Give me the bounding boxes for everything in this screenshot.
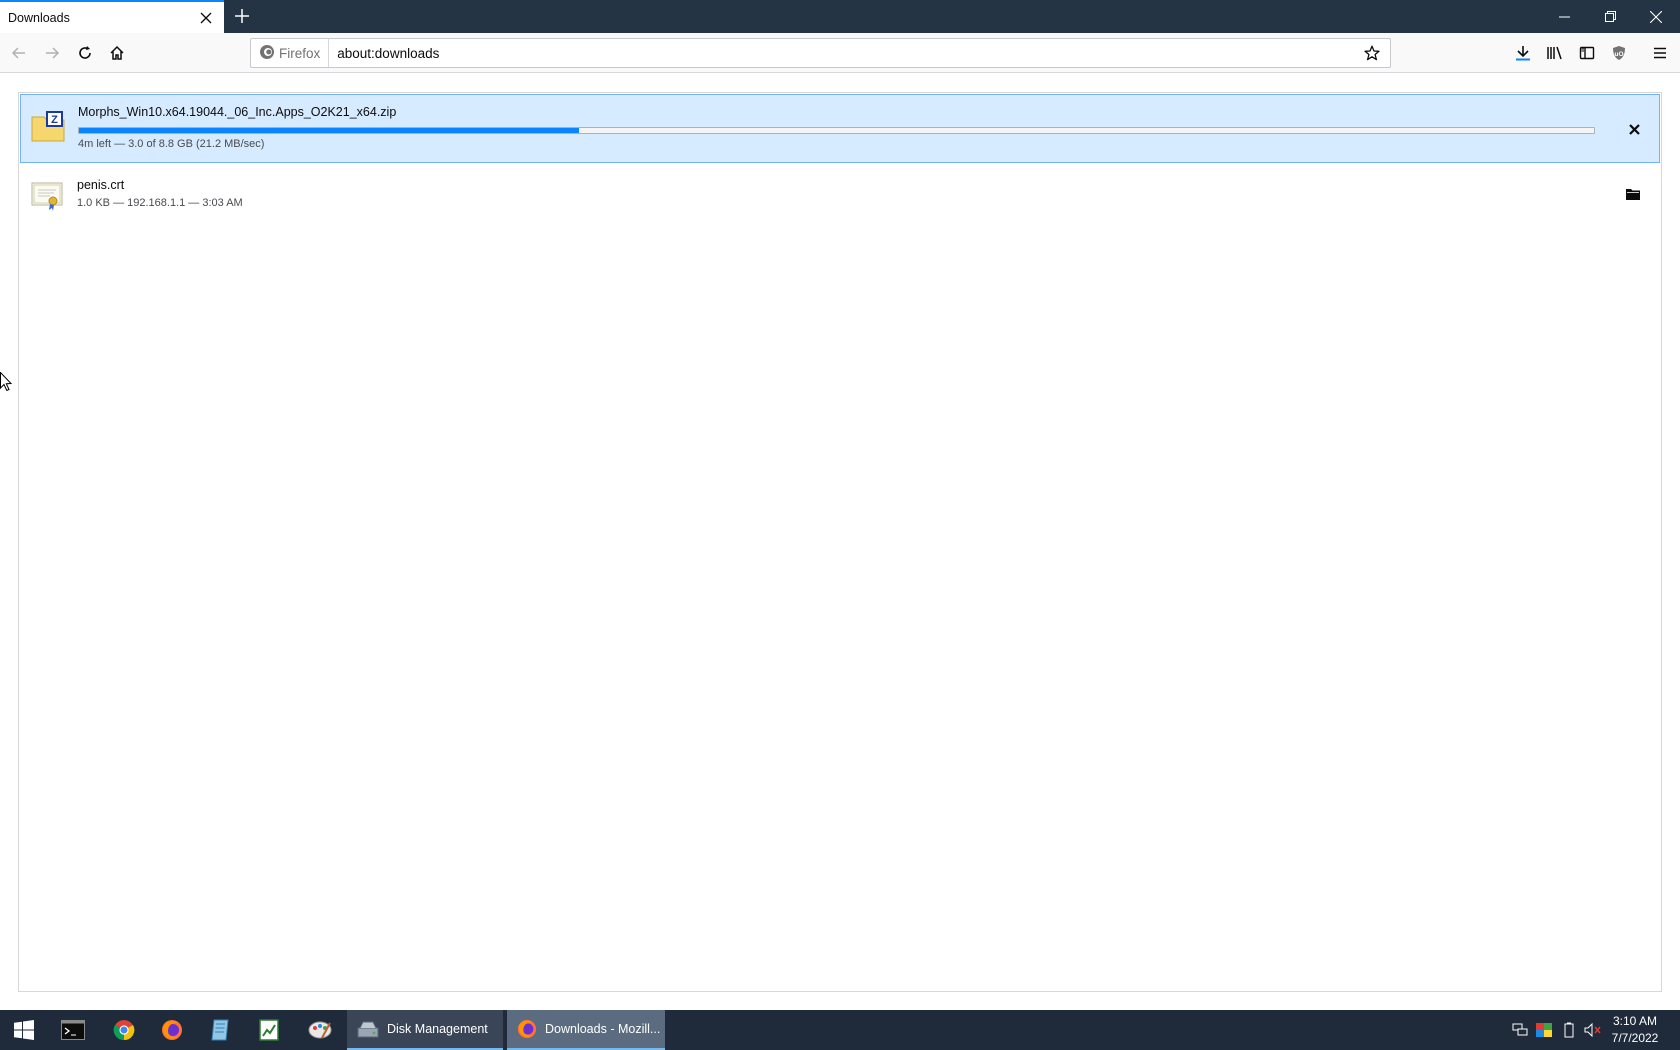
home-button[interactable]: [103, 39, 131, 67]
download-progress-bar: [78, 127, 1595, 134]
firefox-icon: [259, 44, 275, 63]
taskbar-clock[interactable]: 3:10 AM 7/7/2022: [1600, 1013, 1670, 1047]
taskbar-task-firefox-downloads[interactable]: Downloads - Mozill...: [507, 1010, 665, 1050]
taskbar: Disk Management Downloads - Mozill... 3:…: [0, 1010, 1680, 1050]
zip-archive-icon: Z: [31, 109, 65, 143]
clock-date: 7/7/2022: [1611, 1031, 1659, 1045]
download-filename: penis.crt: [77, 178, 125, 192]
taskbar-task-label: Downloads - Mozill...: [545, 1022, 661, 1036]
tab-downloads[interactable]: Downloads: [0, 0, 224, 33]
svg-text:Z: Z: [51, 114, 58, 126]
firefox-icon[interactable]: [148, 1010, 196, 1050]
clock-time: 3:10 AM: [1612, 1014, 1658, 1028]
mouse-cursor-icon: [0, 371, 13, 395]
download-item[interactable]: Z Morphs_Win10.x64.19044._06_Inc.Apps_O2…: [20, 94, 1660, 163]
battery-icon[interactable]: [1557, 1010, 1581, 1050]
notepad-icon[interactable]: [196, 1010, 244, 1050]
paint-palette-icon[interactable]: [296, 1010, 344, 1050]
folder-icon: [1626, 189, 1640, 200]
identity-label: Firefox: [279, 45, 321, 61]
tab-close-icon[interactable]: [194, 6, 218, 30]
color-app-tray-icon[interactable]: [1532, 1010, 1556, 1050]
forward-button[interactable]: [38, 39, 66, 67]
url-input[interactable]: [337, 41, 1358, 65]
downloads-button[interactable]: [1509, 39, 1537, 67]
close-window-button[interactable]: [1633, 0, 1679, 33]
terminal-icon[interactable]: [49, 1010, 97, 1050]
download-item[interactable]: penis.crt 1.0 KB — 192.168.1.1 — 3:03 AM: [20, 163, 1660, 227]
start-button[interactable]: [0, 1010, 48, 1050]
new-tab-button[interactable]: [230, 4, 254, 28]
spreadsheet-icon[interactable]: [245, 1010, 293, 1050]
svg-text:uO: uO: [1614, 51, 1623, 58]
download-status: 1.0 KB — 192.168.1.1 — 3:03 AM: [77, 197, 243, 209]
url-bar[interactable]: Firefox: [250, 38, 1391, 68]
bookmark-star-icon[interactable]: [1358, 39, 1386, 67]
back-button[interactable]: [5, 39, 33, 67]
download-filename: Morphs_Win10.x64.19044._06_Inc.Apps_O2K2…: [78, 105, 397, 119]
cancel-download-button[interactable]: [1619, 114, 1649, 144]
downloads-list: Z Morphs_Win10.x64.19044._06_Inc.Apps_O2…: [18, 92, 1662, 992]
cancel-icon: [1628, 123, 1640, 135]
tab-title: Downloads: [8, 10, 70, 25]
download-status: 4m left — 3.0 of 8.8 GB (21.2 MB/sec): [78, 138, 265, 150]
ublock-shield-icon[interactable]: uO: [1605, 39, 1633, 67]
download-progress-fill: [79, 128, 579, 133]
windows-logo-icon: [14, 1020, 34, 1040]
reload-button[interactable]: [71, 39, 99, 67]
library-button[interactable]: [1541, 39, 1569, 67]
firefox-icon: [517, 1019, 537, 1039]
disk-management-icon: [357, 1021, 379, 1038]
restore-button[interactable]: [1587, 0, 1633, 33]
certificate-file-icon: [30, 178, 64, 212]
title-bar: Downloads: [0, 0, 1680, 33]
navigation-toolbar: Firefox uO: [0, 33, 1680, 73]
site-identity[interactable]: Firefox: [251, 39, 330, 67]
menu-hamburger-icon[interactable]: [1646, 39, 1674, 67]
chrome-icon[interactable]: [100, 1010, 148, 1050]
sidebar-button[interactable]: [1573, 39, 1601, 67]
minimize-button[interactable]: [1541, 0, 1587, 33]
taskbar-task-label: Disk Management: [387, 1022, 488, 1036]
network-icon[interactable]: [1508, 1010, 1532, 1050]
taskbar-task-disk-management[interactable]: Disk Management: [347, 1010, 503, 1050]
show-in-folder-button[interactable]: [1618, 179, 1648, 209]
